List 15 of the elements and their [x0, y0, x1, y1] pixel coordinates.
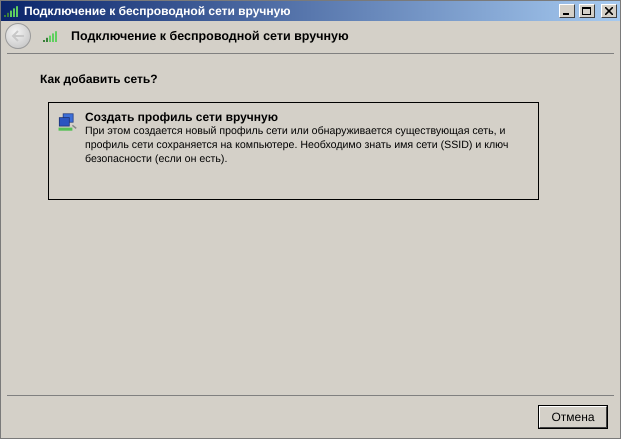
minimize-button[interactable]	[559, 4, 575, 18]
cancel-button[interactable]: Отмена	[539, 406, 607, 428]
close-icon	[605, 7, 613, 15]
option-description: При этом создается новый профиль сети или обнаруживается существующая сеть, и профиль сети сохраняется на компьютере. Необходимо знать имя сети (SSID) и ключ безопасности (если он есть).	[85, 124, 510, 166]
back-arrow-icon	[11, 30, 25, 42]
option-title: Создать профиль сети вручную	[85, 110, 279, 124]
question-heading: Как добавить сеть?	[40, 72, 159, 86]
close-button[interactable]	[601, 4, 617, 18]
option-card[interactable]	[48, 102, 539, 200]
window-title: Подключение к беспроводной сети вручную	[24, 4, 292, 18]
signal-icon	[43, 30, 59, 42]
signal-icon	[4, 5, 20, 17]
page-title: Подключение к беспроводной сети вручную	[71, 29, 349, 43]
maximize-button[interactable]	[579, 4, 595, 18]
maximize-icon	[582, 6, 592, 16]
